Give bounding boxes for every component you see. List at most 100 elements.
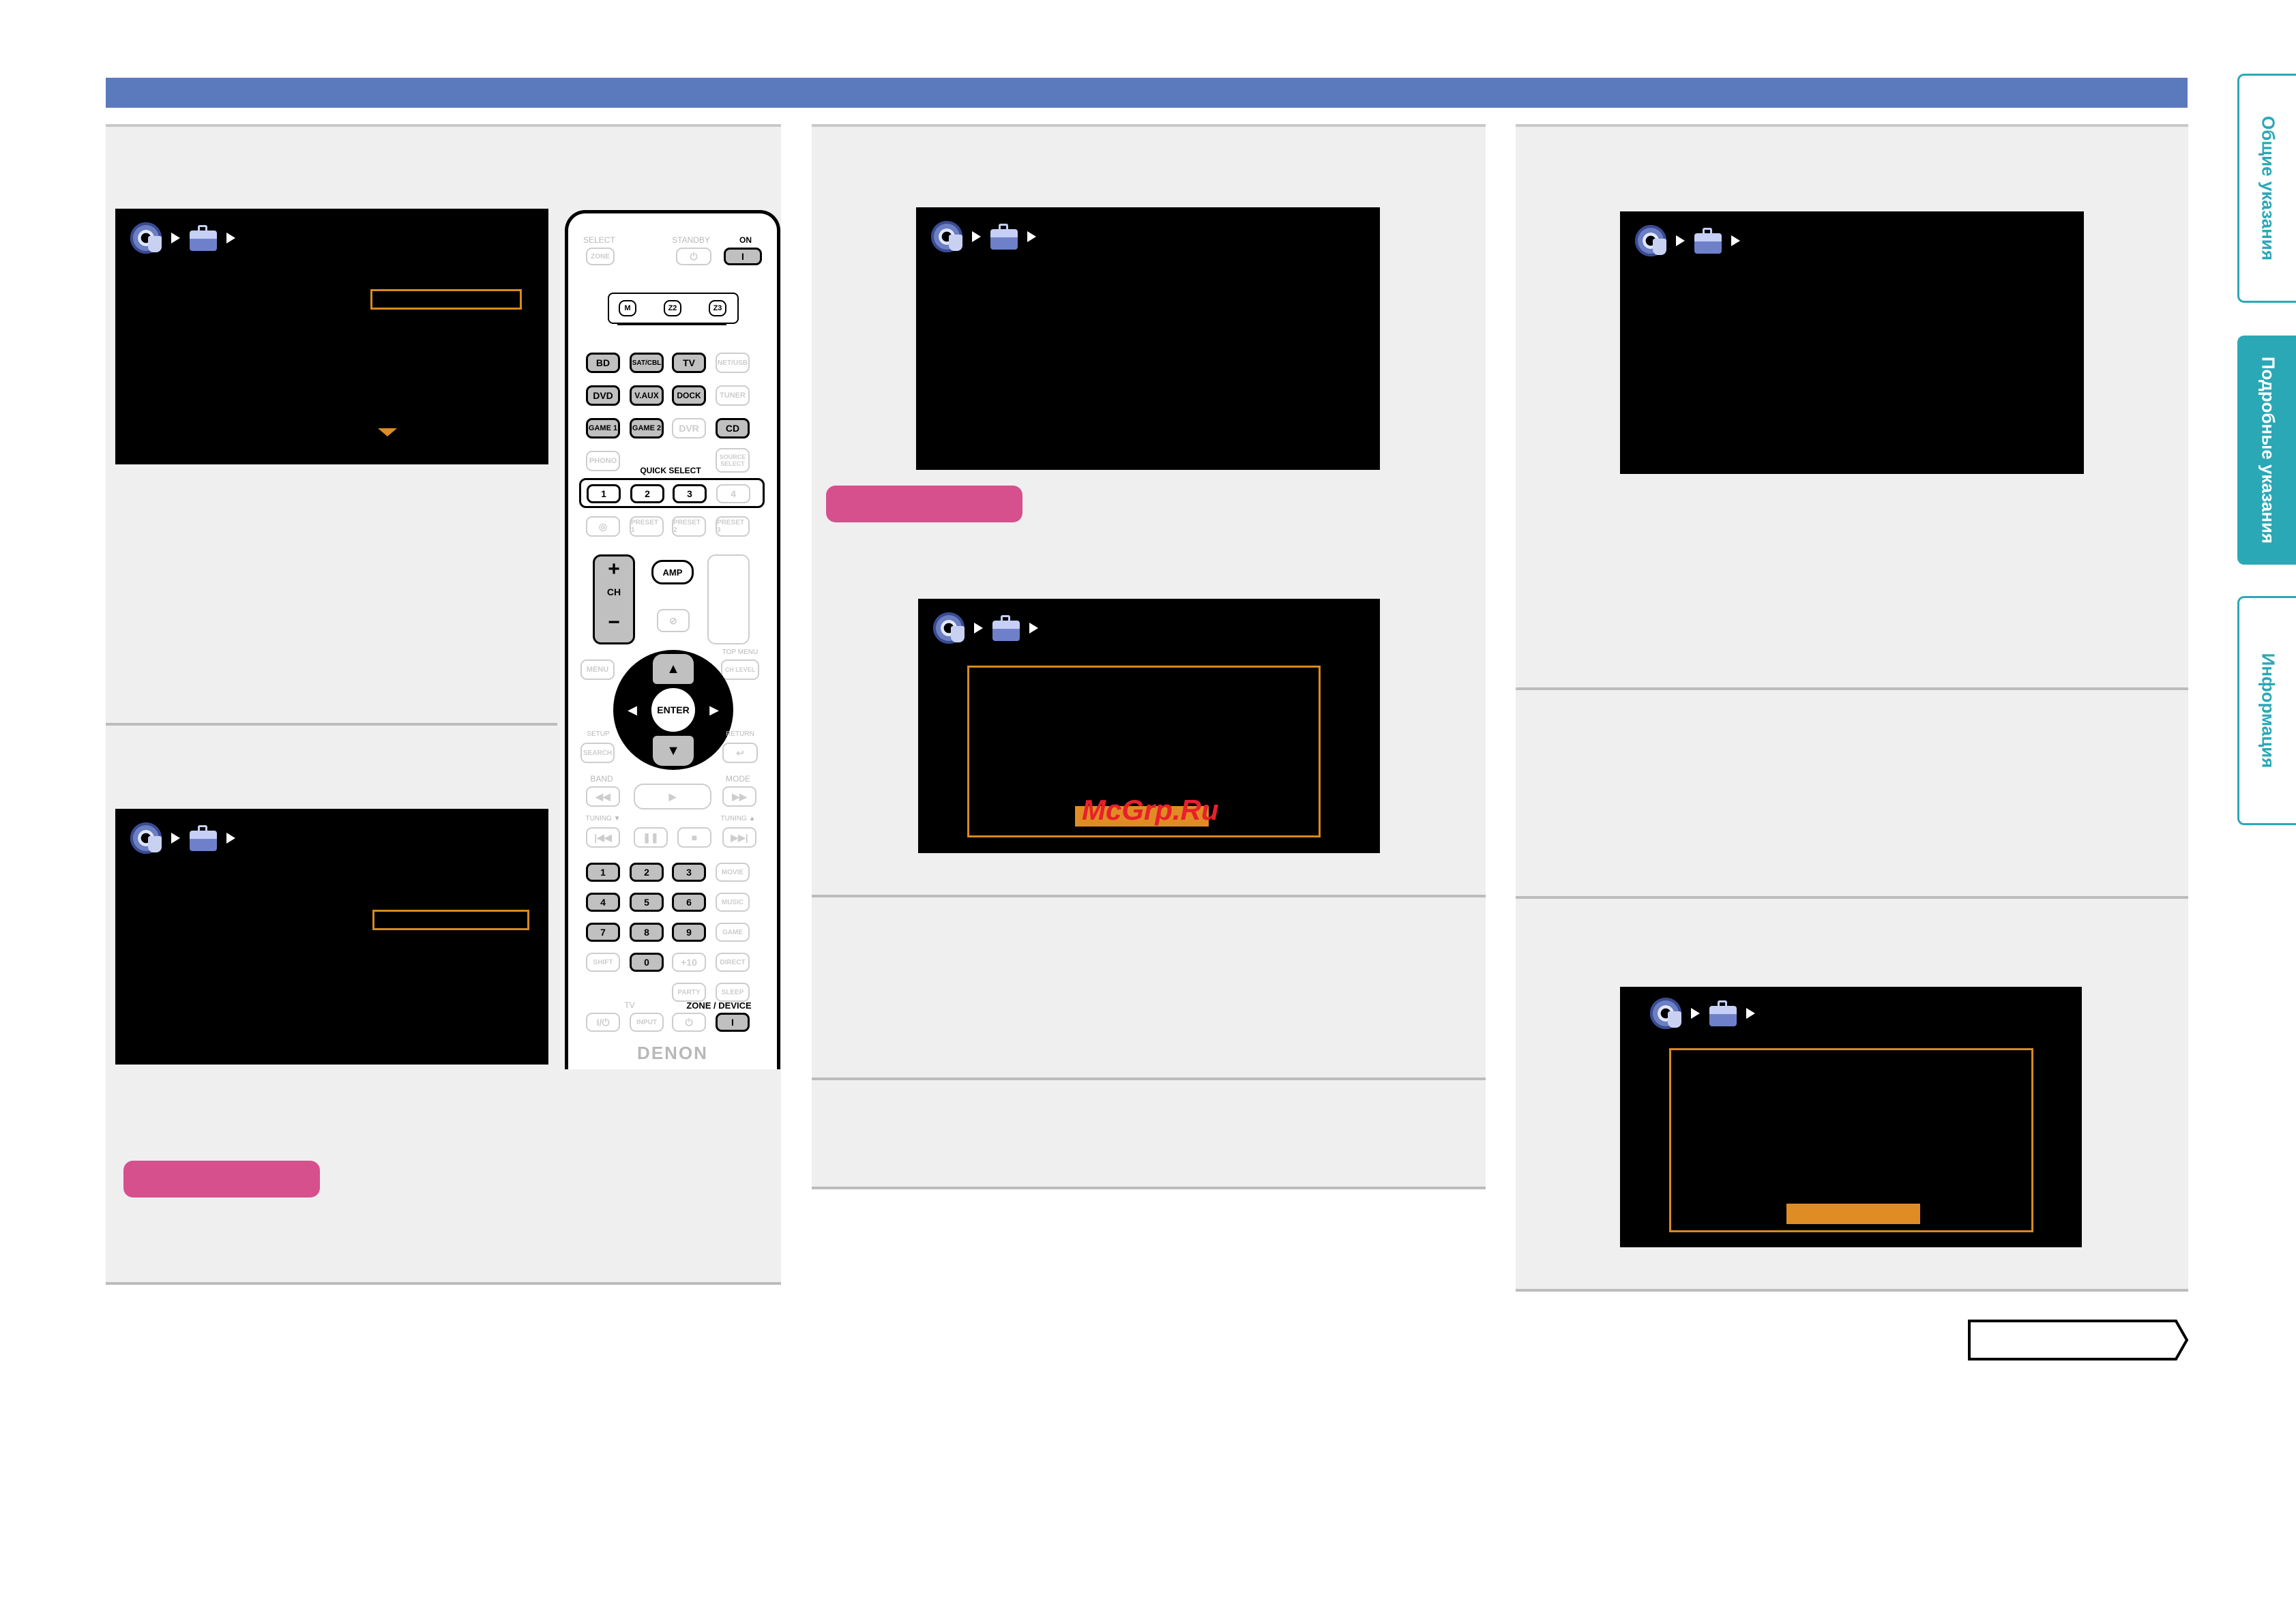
zone-2-button[interactable]: Z2: [664, 300, 681, 316]
selection-cursor: [372, 910, 529, 930]
tv-power-button[interactable]: I/⏻: [586, 1013, 620, 1032]
arrow-right-icon: [972, 231, 981, 242]
setup-gear-icon: [1635, 225, 1666, 256]
quick-select-4-button[interactable]: 4: [716, 484, 750, 503]
zone-select-button[interactable]: ZONE: [586, 248, 615, 265]
play-button[interactable]: ▶: [634, 784, 711, 809]
next-page-arrow-icon[interactable]: [1967, 1319, 2190, 1361]
preset-label: PRESET 1: [631, 519, 659, 534]
left-arrow-button[interactable]: ◀: [619, 695, 646, 725]
ch-level-button[interactable]: CH LEVEL: [721, 659, 759, 680]
tab-label: Подробные указания: [2258, 356, 2278, 544]
source-label: CD: [725, 423, 740, 434]
preset-2-button[interactable]: PRESET 2: [672, 516, 706, 537]
tab-label: Информация: [2258, 653, 2278, 769]
quick-select-group: 1 2 3 4: [579, 478, 765, 508]
source-label: GAME 1: [588, 424, 618, 432]
movie-button[interactable]: MOVIE: [716, 863, 750, 882]
music-button[interactable]: MUSIC: [716, 893, 750, 912]
number-3-button[interactable]: 3: [672, 863, 706, 882]
number-0-button[interactable]: 0: [630, 953, 664, 972]
source-tv-button[interactable]: TV: [672, 353, 706, 373]
stop-button[interactable]: ■: [677, 827, 711, 848]
source-dock-button[interactable]: DOCK: [672, 385, 706, 406]
source-dvr-button[interactable]: DVR: [672, 418, 706, 438]
directional-pad[interactable]: ▲ ▼ ◀ ▶ ENTER: [613, 650, 733, 770]
arrow-right-icon: [974, 623, 983, 634]
up-arrow-button[interactable]: ▲: [653, 654, 694, 684]
game-mode-button[interactable]: GAME: [716, 923, 750, 942]
rewind-button[interactable]: ◀◀: [586, 786, 620, 807]
pause-button[interactable]: ❚❚: [634, 827, 668, 848]
number-label: 6: [686, 897, 692, 908]
skip-back-button[interactable]: |◀◀: [586, 827, 620, 848]
breadcrumb: [130, 222, 235, 254]
number-label: 8: [644, 927, 649, 938]
amp-label: AMP: [662, 567, 683, 578]
source-game2-button[interactable]: GAME 2: [630, 418, 664, 438]
select-label: SELECT: [583, 235, 615, 245]
column-middle-bottom-mask: [812, 1189, 1486, 1292]
source-netusb-button[interactable]: NET/USB: [716, 353, 750, 373]
preset-1-button[interactable]: PRESET 1: [630, 516, 664, 537]
quick-select-2-button[interactable]: 2: [630, 484, 664, 503]
dialog-selected-option: [1786, 1204, 1920, 1224]
tab-information[interactable]: Информация: [2237, 596, 2296, 825]
source-dvd-button[interactable]: DVD: [586, 385, 620, 406]
number-5-button[interactable]: 5: [630, 893, 664, 912]
setup-gear-icon: [1650, 998, 1681, 1029]
sleep-button[interactable]: SLEEP: [716, 983, 750, 1002]
volume-rocker[interactable]: [707, 554, 750, 644]
shift-button[interactable]: SHIFT: [586, 953, 620, 972]
fast-forward-button[interactable]: ▶▶: [722, 786, 756, 807]
direct-button[interactable]: DIRECT: [716, 953, 750, 972]
skip-forward-button[interactable]: ▶▶|: [722, 827, 756, 848]
number-9-button[interactable]: 9: [672, 923, 706, 942]
breadcrumb: [130, 822, 235, 854]
return-button[interactable]: ↩: [722, 743, 758, 763]
amp-button[interactable]: AMP: [651, 560, 694, 584]
source-satcbl-button[interactable]: SAT/CBL: [630, 353, 664, 373]
preset-label: PRESET 3: [717, 519, 745, 534]
source-tuner-button[interactable]: TUNER: [716, 385, 750, 406]
menu-button[interactable]: MENU: [580, 659, 615, 680]
search-button[interactable]: SEARCH: [580, 743, 615, 763]
enter-button[interactable]: ENTER: [649, 685, 698, 734]
input-label: INPUT: [636, 1018, 657, 1026]
zone-3-button[interactable]: Z3: [709, 300, 726, 316]
tab-detailed[interactable]: Подробные указания: [2237, 336, 2296, 565]
source-bd-button[interactable]: BD: [586, 353, 620, 373]
number-7-button[interactable]: 7: [586, 923, 620, 942]
source-cd-button[interactable]: CD: [716, 418, 750, 438]
right-arrow-button[interactable]: ▶: [701, 695, 728, 725]
zone-m-button[interactable]: M: [619, 300, 636, 316]
zone-on-button[interactable]: I: [716, 1013, 750, 1032]
power-on-button[interactable]: I: [724, 248, 762, 265]
preset-memory-button[interactable]: ◎: [586, 516, 620, 537]
number-2-button[interactable]: 2: [630, 863, 664, 882]
mute-button[interactable]: ⊘: [657, 609, 690, 632]
tv-input-button[interactable]: INPUT: [630, 1013, 664, 1032]
party-button[interactable]: PARTY: [672, 983, 706, 1002]
number-8-button[interactable]: 8: [630, 923, 664, 942]
number-label: 1: [600, 867, 606, 878]
standby-button[interactable]: ⏻: [676, 248, 711, 265]
plus-ten-button[interactable]: +10: [672, 953, 706, 972]
return-label: RETURN: [726, 730, 754, 738]
quick-select-1-button[interactable]: 1: [587, 484, 621, 503]
divider: [1516, 687, 2188, 690]
channel-rocker[interactable]: + CH −: [593, 554, 635, 644]
quick-select-3-button[interactable]: 3: [673, 484, 707, 503]
number-6-button[interactable]: 6: [672, 893, 706, 912]
number-4-button[interactable]: 4: [586, 893, 620, 912]
preset-3-button[interactable]: PRESET 3: [716, 516, 750, 537]
minus-icon: −: [608, 611, 620, 634]
tab-general[interactable]: Общие указания: [2237, 74, 2296, 303]
down-arrow-button[interactable]: ▼: [653, 736, 694, 766]
source-game1-button[interactable]: GAME 1: [586, 418, 620, 438]
arrow-right-icon: [1691, 1008, 1700, 1019]
zone-standby-button[interactable]: ⏻: [672, 1013, 706, 1032]
mode-button-label: MOVIE: [721, 868, 744, 876]
number-1-button[interactable]: 1: [586, 863, 620, 882]
source-vaux-button[interactable]: V.AUX: [630, 385, 664, 406]
